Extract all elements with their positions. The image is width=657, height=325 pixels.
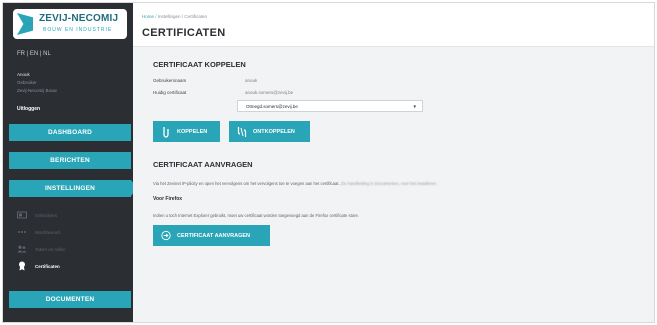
- firefox-instructions: Indien u toch Internet Explorer gebruikt…: [153, 213, 359, 218]
- sidebar-item-label: Taken en rollen: [35, 246, 66, 252]
- main-content: Home / Instellingen / Certificaten CERTI…: [133, 3, 654, 322]
- aanvragen-instructions-text: Via het Zevinet iP-plicity en open het v…: [153, 181, 340, 186]
- aanvragen-instructions: Via het Zevinet iP-plicity en open het v…: [153, 181, 437, 186]
- ontkoppelen-button[interactable]: ONTKOPPELEN: [229, 121, 310, 142]
- sidebar-item-taken[interactable]: Taken en rollen: [17, 242, 129, 256]
- chevron-down-icon: ▾: [413, 104, 416, 110]
- page-title: CERTIFICATEN: [142, 27, 226, 39]
- nav-dashboard[interactable]: DASHBOARD: [9, 124, 131, 141]
- user-name: Anouk: [17, 72, 30, 77]
- sidebar-item-wachtwoord[interactable]: Wachtwoord: [17, 225, 129, 239]
- certificaat-aanvragen-label: CERTIFICAAT AANVRAGEN: [177, 232, 251, 239]
- brand-name: ZEVIJ-NECOMIJ: [39, 13, 119, 24]
- logo-mark-icon: [17, 13, 33, 35]
- nav-documenten[interactable]: DOCUMENTEN: [9, 291, 131, 308]
- users-icon: [17, 211, 27, 219]
- unlink-icon: [237, 126, 247, 138]
- certificate-select-value: Otmegd.somers@zevij.be: [246, 103, 298, 109]
- breadcrumb: Home / Instellingen / Certificaten: [142, 14, 207, 19]
- language-switcher[interactable]: FR | EN | NL: [17, 51, 51, 57]
- breadcrumb-path: / Instellingen / Certificaten: [154, 14, 208, 19]
- brand-tagline: Bouw en industrie: [43, 27, 113, 33]
- ontkoppelen-button-label: ONTKOPPELEN: [253, 128, 295, 135]
- link-icon: [161, 126, 171, 138]
- user-info: Anouk Gebruiker Zevij-Necomij Bouw: [17, 71, 127, 95]
- sidebar-item-label: Certificaten: [35, 263, 60, 269]
- sidebar-item-gebruikers[interactable]: Gebruikers: [17, 208, 129, 222]
- arrow-circle-right-icon: [161, 230, 171, 242]
- sidebar-item-label: Gebruikers: [35, 212, 58, 218]
- user-company: Zevij-Necomij Bouw: [17, 88, 57, 93]
- sidebar: ZEVIJ-NECOMIJ Bouw en industrie FR | EN …: [3, 3, 137, 322]
- page-header: Home / Instellingen / Certificaten CERTI…: [133, 3, 654, 47]
- value-gebruikersnaam: anouk: [245, 78, 258, 83]
- password-icon: [17, 228, 27, 236]
- koppelen-button-label: KOPPELEN: [177, 128, 208, 135]
- firefox-subheading: Voor Firefox: [153, 196, 183, 202]
- certificaat-aanvragen-button[interactable]: CERTIFICAAT AANVRAGEN: [153, 225, 270, 246]
- breadcrumb-home-link[interactable]: Home: [142, 14, 154, 19]
- certificate-select[interactable]: Otmegd.somers@zevij.be ▾: [237, 100, 423, 112]
- brand-logo[interactable]: ZEVIJ-NECOMIJ Bouw en industrie: [13, 9, 127, 39]
- section-title-aanvragen: CERTIFICAAT AANVRAGEN: [153, 160, 253, 169]
- handleiding-link[interactable]: Zie handleiding in Documenten, voor het …: [341, 181, 438, 186]
- user-role: Gebruiker: [17, 80, 37, 85]
- logout-link[interactable]: Uitloggen: [17, 106, 40, 112]
- nav-berichten[interactable]: BERICHTEN: [9, 152, 131, 169]
- certificate-icon: [17, 261, 27, 271]
- section-title-koppelen: CERTIFICAAT KOPPELEN: [153, 60, 246, 69]
- nav-instellingen[interactable]: INSTELLINGEN: [9, 180, 137, 197]
- app-window: ZEVIJ-NECOMIJ Bouw en industrie FR | EN …: [2, 2, 655, 323]
- sidebar-item-certificaten[interactable]: Certificaten: [17, 259, 129, 273]
- roles-icon: [17, 245, 27, 253]
- value-huidig-certificaat: anouk.somers@zevij.be: [245, 90, 294, 95]
- koppelen-button[interactable]: KOPPELEN: [153, 121, 220, 142]
- label-gebruikersnaam: Gebruikersnaam: [153, 78, 187, 83]
- label-huidig-certificaat: Huidig certificaat: [153, 90, 187, 95]
- sidebar-item-label: Wachtwoord: [35, 229, 60, 235]
